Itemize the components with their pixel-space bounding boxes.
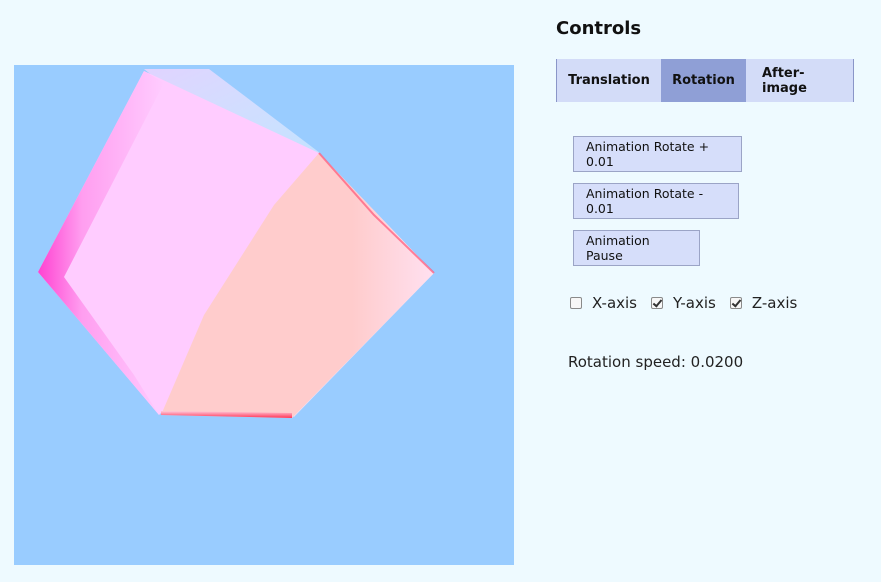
x-axis-option[interactable]: X-axis bbox=[570, 294, 637, 312]
page: Controls Translation Rotation After-imag… bbox=[0, 0, 881, 582]
tab-rotation[interactable]: Rotation bbox=[661, 59, 746, 102]
tab-bar: Translation Rotation After-image bbox=[556, 59, 854, 102]
y-axis-option[interactable]: Y-axis bbox=[651, 294, 716, 312]
rotation-speed-label: Rotation speed: bbox=[568, 353, 686, 371]
render-canvas[interactable] bbox=[14, 65, 514, 565]
y-axis-label: Y-axis bbox=[673, 294, 716, 312]
rotating-cube-render bbox=[38, 69, 435, 418]
pause-button[interactable]: Animation Pause bbox=[573, 230, 700, 266]
rotation-speed-readout: Rotation speed: 0.0200 bbox=[568, 353, 743, 371]
x-axis-checkbox[interactable] bbox=[570, 297, 582, 309]
rotate-minus-button[interactable]: Animation Rotate - 0.01 bbox=[573, 183, 739, 219]
panel-title: Controls bbox=[556, 18, 642, 39]
x-axis-label: X-axis bbox=[592, 294, 637, 312]
y-axis-checkbox[interactable] bbox=[651, 297, 663, 309]
controls-panel: Controls Translation Rotation After-imag… bbox=[556, 14, 866, 371]
z-axis-checkbox[interactable] bbox=[729, 297, 742, 309]
rotation-speed-value: 0.0200 bbox=[690, 353, 744, 371]
axis-checkboxes: X-axis Y-axis Z-axis bbox=[570, 294, 811, 312]
rotate-plus-button[interactable]: Animation Rotate + 0.01 bbox=[573, 136, 742, 172]
tab-translation[interactable]: Translation bbox=[557, 59, 661, 102]
z-axis-option[interactable]: Z-axis bbox=[729, 294, 798, 312]
z-axis-label: Z-axis bbox=[751, 294, 798, 312]
tab-after-image[interactable]: After-image bbox=[746, 59, 853, 102]
